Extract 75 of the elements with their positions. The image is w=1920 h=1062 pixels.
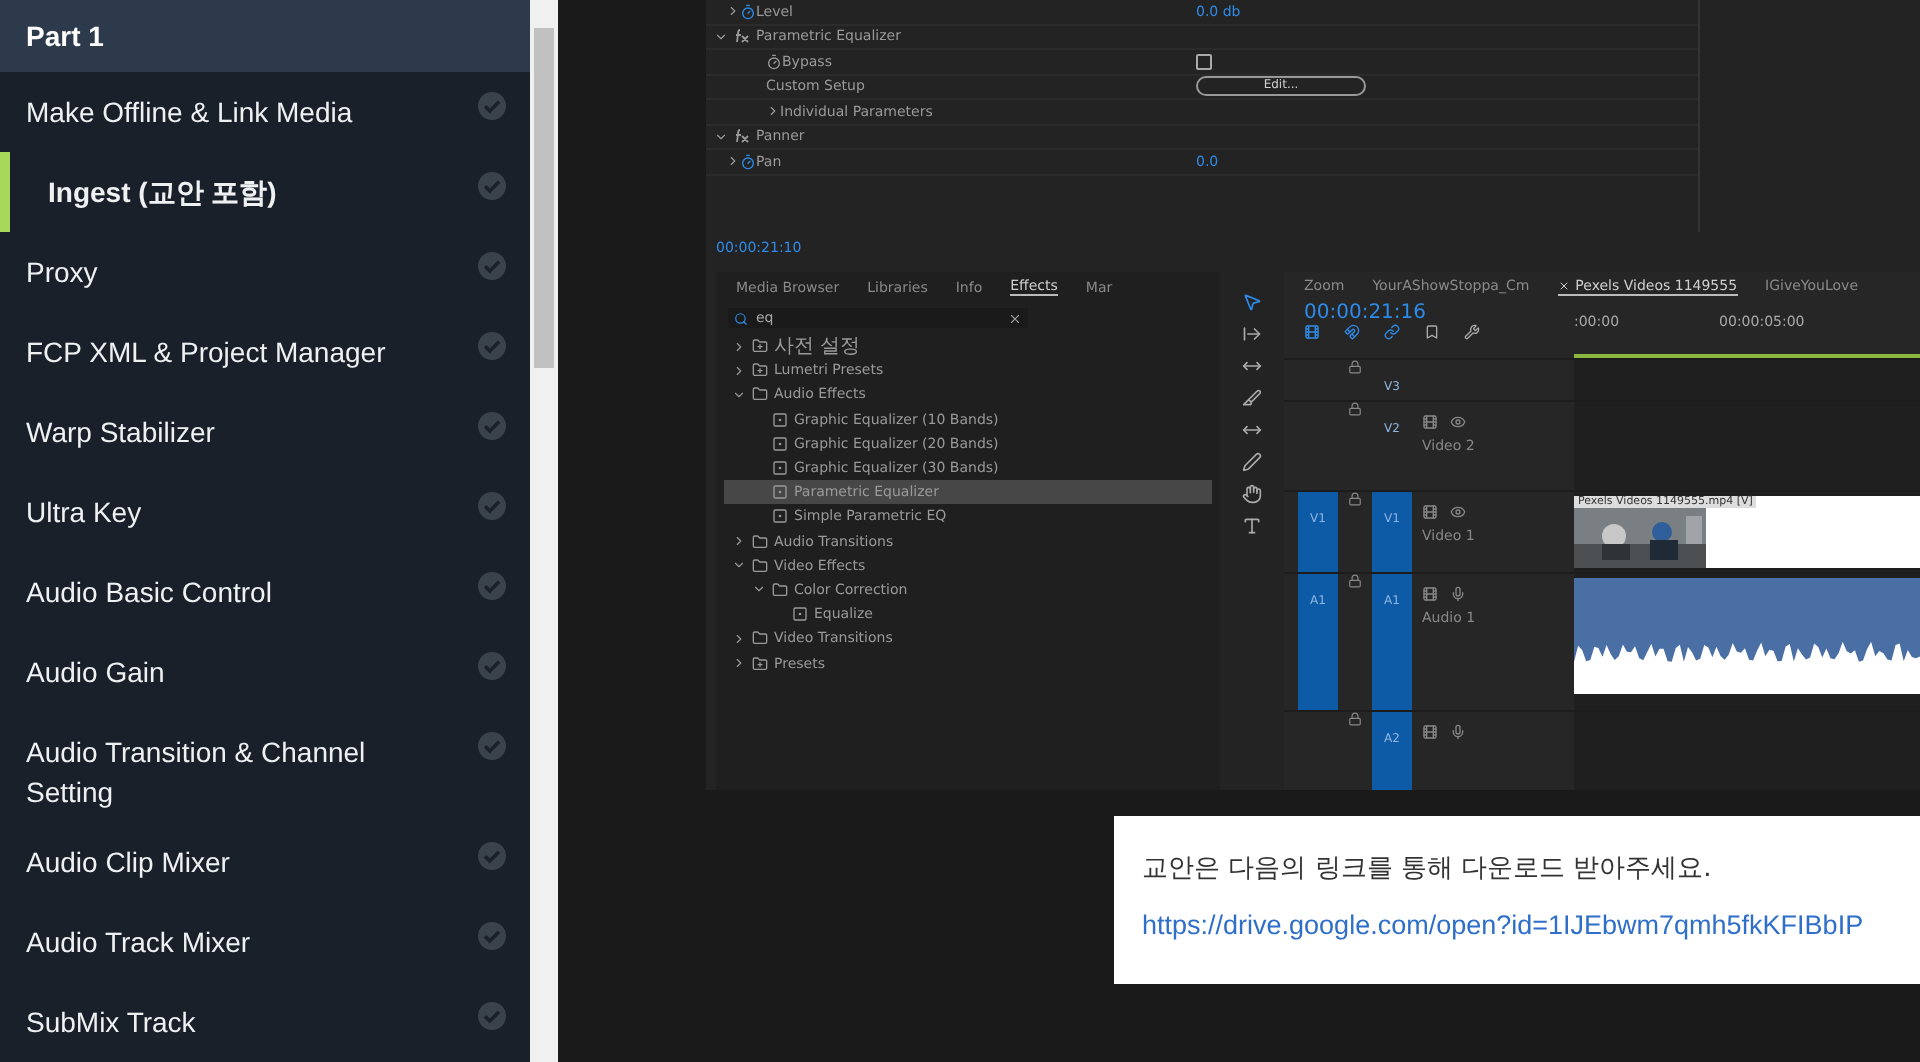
selection-tool-icon[interactable] (1242, 292, 1262, 312)
lock-icon[interactable] (1348, 402, 1362, 417)
lesson-item[interactable]: Audio Gain (0, 631, 530, 711)
mic-icon[interactable] (1450, 724, 1466, 741)
lesson-item[interactable]: FCP XML & Project Manager (0, 311, 530, 391)
stopwatch-icon[interactable] (740, 3, 756, 20)
folder-icon (772, 581, 788, 598)
search-icon (734, 311, 748, 325)
note-text: 교안은 다음의 링크를 통해 다운로드 받아주세요. (1142, 852, 1714, 886)
download-link[interactable]: https://drive.google.com/open?id=1IJEbwm7qmh5fkKFIBbIP (1142, 910, 1920, 940)
check-icon (478, 842, 506, 870)
track-lane[interactable] (1574, 359, 1920, 401)
section-title: Part 1 (0, 0, 530, 71)
folder-icon (752, 655, 768, 672)
effect-icon (772, 435, 788, 452)
chevron-icon[interactable] (766, 104, 780, 119)
effect-icon (734, 28, 750, 45)
lesson-item[interactable]: Make Offline & Link Media (0, 71, 530, 151)
link-icon[interactable] (1384, 323, 1400, 340)
lesson-item[interactable]: Audio Clip Mixer (0, 822, 530, 902)
effect-icon (792, 606, 808, 623)
check-icon (478, 251, 506, 279)
check-icon (478, 922, 506, 950)
folder-icon (752, 533, 768, 550)
eye-icon[interactable] (1450, 503, 1466, 520)
chevron-icon[interactable] (726, 154, 740, 169)
check-icon (478, 571, 506, 599)
effect-icon (734, 128, 750, 145)
lesson-item[interactable]: Audio Basic Control (0, 551, 530, 631)
lesson-item[interactable]: Proxy (0, 231, 530, 311)
chevron-icon[interactable] (726, 4, 740, 19)
mic-icon[interactable] (1450, 586, 1466, 603)
folder-icon (752, 630, 768, 647)
clear-icon[interactable] (1008, 311, 1022, 325)
eye-icon[interactable] (1450, 414, 1466, 431)
chevron-icon[interactable] (714, 29, 728, 44)
check-icon (478, 411, 506, 439)
lock-icon[interactable] (1348, 712, 1362, 727)
stopwatch-icon[interactable] (740, 153, 756, 170)
lesson-item[interactable]: Warp Stabilizer (0, 391, 530, 471)
snap-icon[interactable] (1344, 323, 1360, 340)
check-icon (478, 651, 506, 679)
lesson-item[interactable]: Ultra Key (0, 471, 530, 551)
check-icon (478, 171, 506, 199)
chevron-icon[interactable] (714, 129, 728, 144)
scrollbar-thumb[interactable] (534, 28, 554, 368)
folder-icon (752, 557, 768, 574)
text-tool-icon[interactable] (1242, 516, 1262, 536)
close-icon[interactable] (1557, 279, 1570, 292)
bypass-checkbox[interactable] (1196, 53, 1212, 70)
lock-icon[interactable] (1348, 574, 1362, 589)
effect-tree-item[interactable]: 사전 설정 (724, 334, 1212, 359)
check-icon (478, 1002, 506, 1030)
effect-icon (772, 508, 788, 525)
check-icon (478, 491, 506, 519)
effect-icon (772, 484, 788, 501)
stopwatch-icon[interactable] (766, 53, 782, 70)
check-icon (478, 731, 506, 759)
lesson-item[interactable]: SubMix Track (0, 982, 530, 1062)
lock-icon[interactable] (1348, 491, 1362, 506)
lock-icon[interactable] (1348, 359, 1362, 373)
playhead-timecode: 00:00:21:16 (1304, 301, 1429, 324)
check-icon (478, 331, 506, 359)
hand-icon[interactable] (1242, 484, 1262, 504)
pen-icon[interactable] (1242, 452, 1262, 472)
lesson-item[interactable]: Audio Transition & Channel Setting (0, 711, 530, 822)
effect-icon (772, 460, 788, 477)
lesson-item[interactable]: Audio Track Mixer (0, 902, 530, 982)
check-icon (478, 91, 506, 119)
folder-icon (752, 338, 768, 355)
folder-icon (752, 386, 768, 403)
effect-icon (772, 411, 788, 428)
marker-icon[interactable] (1424, 323, 1440, 340)
folder-icon (752, 362, 768, 379)
wrench-icon[interactable] (1464, 323, 1480, 340)
